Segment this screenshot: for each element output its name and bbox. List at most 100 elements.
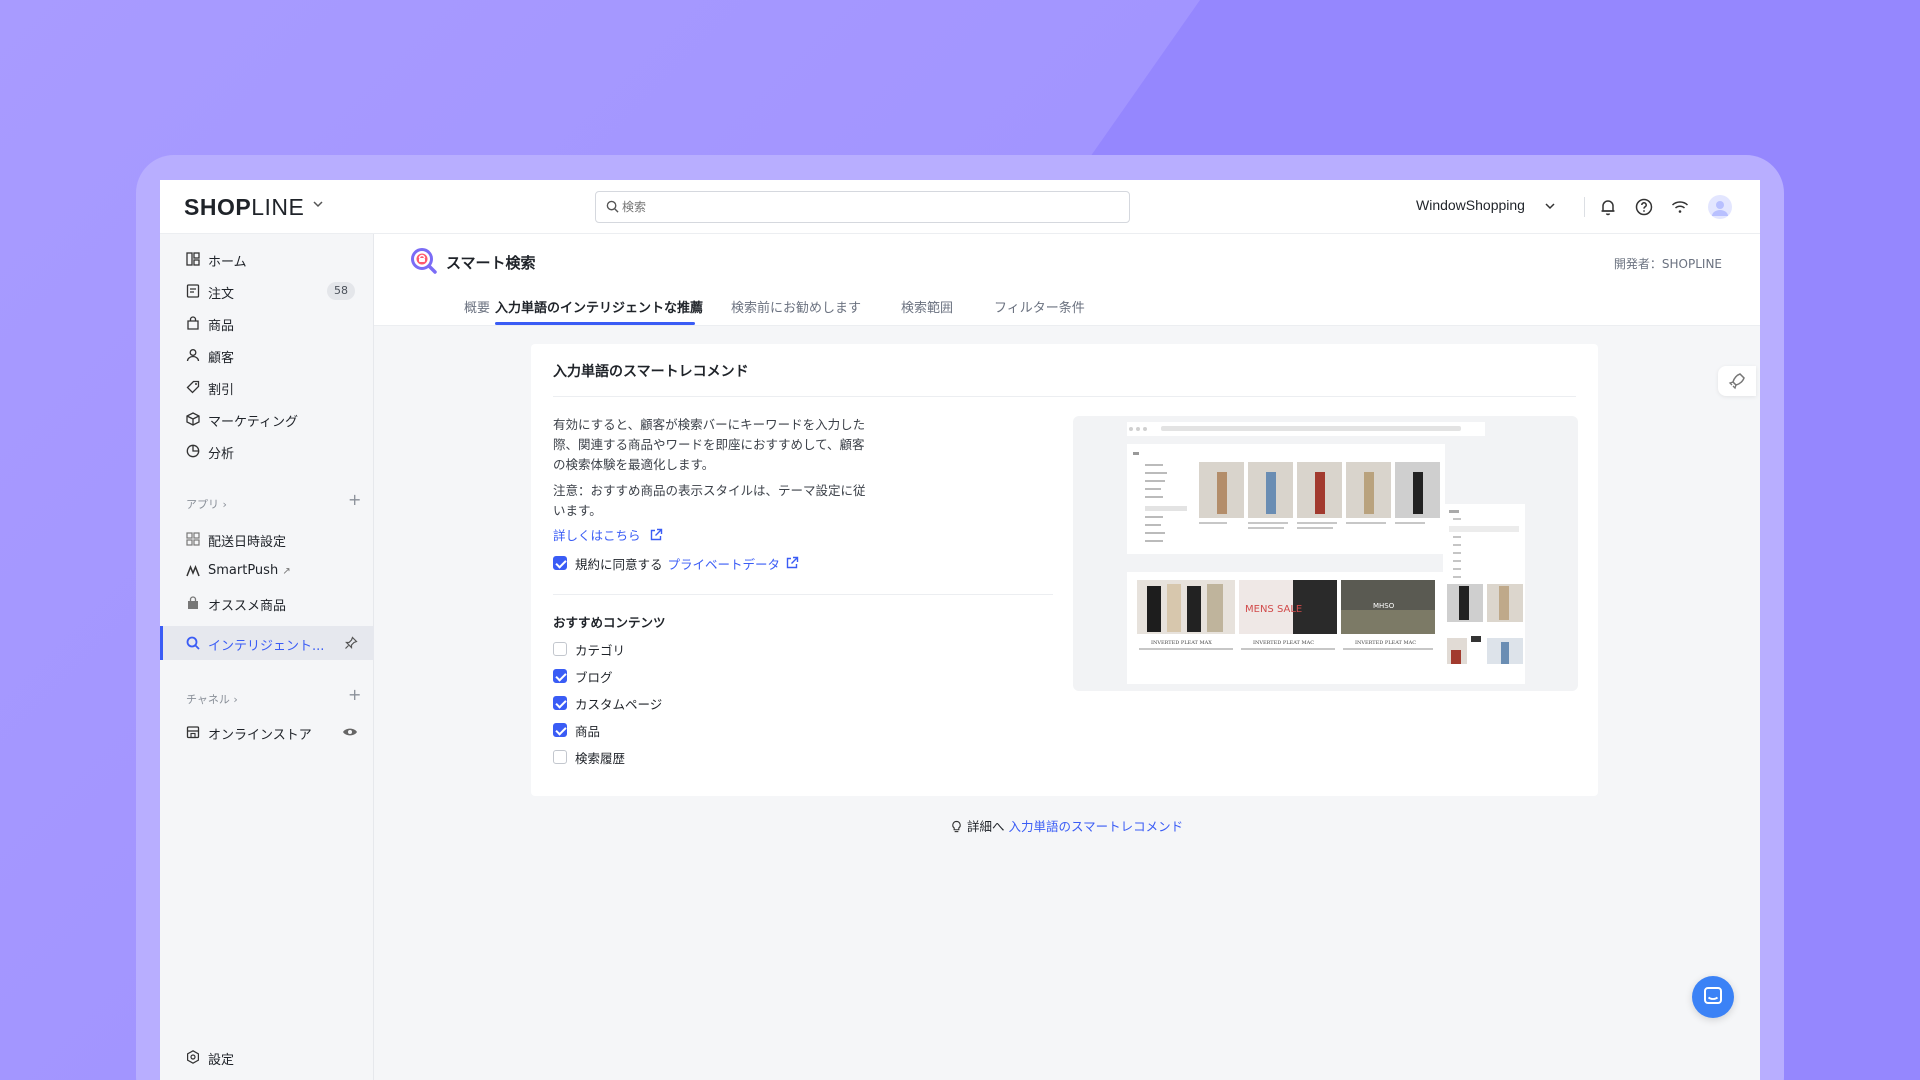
top-bar: SHOPLINE WindowShopping xyxy=(160,180,1760,234)
lightbulb-icon xyxy=(952,820,961,833)
option-products[interactable]: 商品 xyxy=(553,721,600,739)
sidebar-item-label: マーケティング xyxy=(208,415,298,430)
tab-overview[interactable]: 概要 xyxy=(464,297,490,326)
sidebar-item-label: インテリジェント... xyxy=(208,639,325,654)
smart-search-icon xyxy=(186,636,200,650)
preview-banner-label: INVERTED PLEAT MAC xyxy=(1355,640,1416,646)
settings-card: 入力単語のスマートレコメンド 有効にすると、顧客が検索バーにキーワードを入力した… xyxy=(531,344,1598,796)
doc-link[interactable]: 入力単語のスマートレコメンド xyxy=(1008,819,1183,834)
pin-icon[interactable] xyxy=(344,636,358,650)
sidebar-item-label: ホーム xyxy=(208,255,247,270)
sidebar-item-settings[interactable]: 設定 xyxy=(160,1042,374,1072)
external-link-icon xyxy=(786,556,799,569)
sidebar-item-label: オススメ商品 xyxy=(208,599,287,614)
terms-checkbox[interactable] xyxy=(553,556,567,570)
smart-search-app-icon xyxy=(411,248,437,274)
sidebar-item-label: 商品 xyxy=(208,319,235,334)
sidebar-item-label: 設定 xyxy=(208,1053,235,1068)
channels-section-title[interactable]: チャネル › xyxy=(186,691,238,707)
option-blog[interactable]: ブログ xyxy=(553,667,613,685)
privacy-data-link[interactable]: プライベートデータ xyxy=(668,554,781,573)
divider xyxy=(553,396,1576,397)
pie-chart-icon xyxy=(186,444,200,458)
sidebar-item-recommended-products[interactable]: オススメ商品 xyxy=(160,588,374,618)
add-app-button[interactable]: + xyxy=(348,490,361,509)
chevron-down-icon[interactable] xyxy=(312,198,324,210)
launch-button[interactable] xyxy=(1718,366,1756,396)
external-link-icon: ↗ xyxy=(282,566,291,577)
shopline-logo[interactable]: SHOPLINE xyxy=(184,194,304,221)
cube-icon xyxy=(186,412,200,426)
app-grid-icon xyxy=(186,532,200,546)
category-checkbox[interactable] xyxy=(553,642,567,656)
sidebar-item-label: 顧客 xyxy=(208,351,235,366)
sidebar-item-label: 配送日時設定 xyxy=(208,535,287,550)
avatar[interactable] xyxy=(1708,195,1732,219)
preview-brand-text: MHSO xyxy=(1373,602,1395,610)
tag-icon xyxy=(186,380,200,394)
smartpush-icon xyxy=(186,564,200,577)
global-search[interactable] xyxy=(595,191,1130,223)
store-icon xyxy=(186,726,200,739)
footer-tip: 詳細へ 入力単語のスマートレコメンド xyxy=(950,816,1183,835)
custom-page-checkbox[interactable] xyxy=(553,696,567,710)
app-window: SHOPLINE WindowShopping ホーム 注文 58 商品 xyxy=(160,180,1760,1080)
person-icon xyxy=(186,349,200,362)
sidebar-item-label: SmartPush ↗ xyxy=(208,563,291,578)
sidebar-item-label: 注文 xyxy=(208,287,235,302)
terms-agreement[interactable]: 規約に同意する プライベートデータ xyxy=(553,554,799,572)
sidebar-item-label: オンラインストア xyxy=(208,728,312,743)
dashboard-icon xyxy=(186,252,200,266)
search-history-checkbox[interactable] xyxy=(553,750,567,764)
sidebar-item-customers[interactable]: 顧客 xyxy=(160,340,374,370)
sidebar-item-label: 割引 xyxy=(208,383,235,398)
tab-filter-conditions[interactable]: フィルター条件 xyxy=(994,297,1085,326)
blog-checkbox[interactable] xyxy=(553,669,567,683)
sidebar: ホーム 注文 58 商品 顧客 割引 マーケティング 分析 アプリ › + 配送… xyxy=(160,234,374,1080)
preview-illustration: MENS SALE MHSO INVERTED PLEAT MAX INVERT… xyxy=(1127,422,1525,684)
search-icon xyxy=(606,200,619,213)
help-icon[interactable] xyxy=(1634,197,1654,217)
tab-search-scope[interactable]: 検索範囲 xyxy=(901,297,953,326)
sidebar-item-online-store[interactable]: オンラインストア xyxy=(160,717,374,747)
page-header: スマート検索 開発者：SHOPLINE 概要 入力単語のインテリジェントな推薦 … xyxy=(374,234,1760,326)
sidebar-item-products[interactable]: 商品 xyxy=(160,308,374,338)
add-channel-button[interactable]: + xyxy=(348,685,361,704)
sidebar-item-orders[interactable]: 注文 58 xyxy=(160,276,374,306)
recommended-content-title: おすすめコンテンツ xyxy=(553,615,666,630)
user-icon xyxy=(1712,201,1728,216)
external-link-icon xyxy=(650,528,662,541)
shop-bag-icon xyxy=(188,596,198,609)
chevron-down-icon[interactable] xyxy=(1544,200,1556,212)
feature-description: 有効にすると、顧客が検索バーにキーワードを入力した 際、関連する商品やワードを即… xyxy=(553,417,866,472)
products-checkbox[interactable] xyxy=(553,723,567,737)
store-switcher[interactable]: WindowShopping xyxy=(1416,197,1525,213)
search-input[interactable] xyxy=(622,196,1112,218)
sidebar-item-home[interactable]: ホーム xyxy=(160,244,374,274)
divider xyxy=(1584,197,1585,217)
wifi-icon[interactable] xyxy=(1670,197,1690,217)
eye-icon[interactable] xyxy=(342,725,358,739)
sidebar-item-smart-search-label[interactable]: インテリジェント... xyxy=(160,628,374,658)
preview-sale-text: MENS SALE xyxy=(1245,604,1302,615)
option-custom-page[interactable]: カスタムページ xyxy=(553,694,662,712)
option-search-history[interactable]: 検索履歴 xyxy=(553,748,625,766)
apps-section-title[interactable]: アプリ › xyxy=(186,496,227,512)
sidebar-item-analytics[interactable]: 分析 xyxy=(160,436,374,466)
learn-more-link[interactable]: 詳しくはこちら xyxy=(553,526,883,546)
gear-icon xyxy=(187,1050,199,1064)
sidebar-item-delivery-schedule[interactable]: 配送日時設定 xyxy=(160,524,374,554)
style-note: 注意：おすすめ商品の表示スタイルは、テーマ設定に従 います。 xyxy=(553,483,866,518)
sidebar-item-marketing[interactable]: マーケティング xyxy=(160,404,374,434)
order-icon xyxy=(186,284,200,298)
sidebar-item-discounts[interactable]: 割引 xyxy=(160,372,374,402)
bell-icon[interactable] xyxy=(1598,197,1618,217)
tab-pre-search-recommendation[interactable]: 検索前にお勧めします xyxy=(731,297,861,326)
preview-banner-label: INVERTED PLEAT MAX xyxy=(1151,640,1212,646)
chat-support-button[interactable] xyxy=(1692,976,1734,1018)
option-category[interactable]: カテゴリ xyxy=(553,640,625,658)
active-tab-indicator xyxy=(495,322,695,325)
bag-icon xyxy=(187,316,199,330)
developer-label: 開発者：SHOPLINE xyxy=(1613,257,1722,271)
sidebar-item-smartpush[interactable]: SmartPush ↗ xyxy=(160,556,374,586)
